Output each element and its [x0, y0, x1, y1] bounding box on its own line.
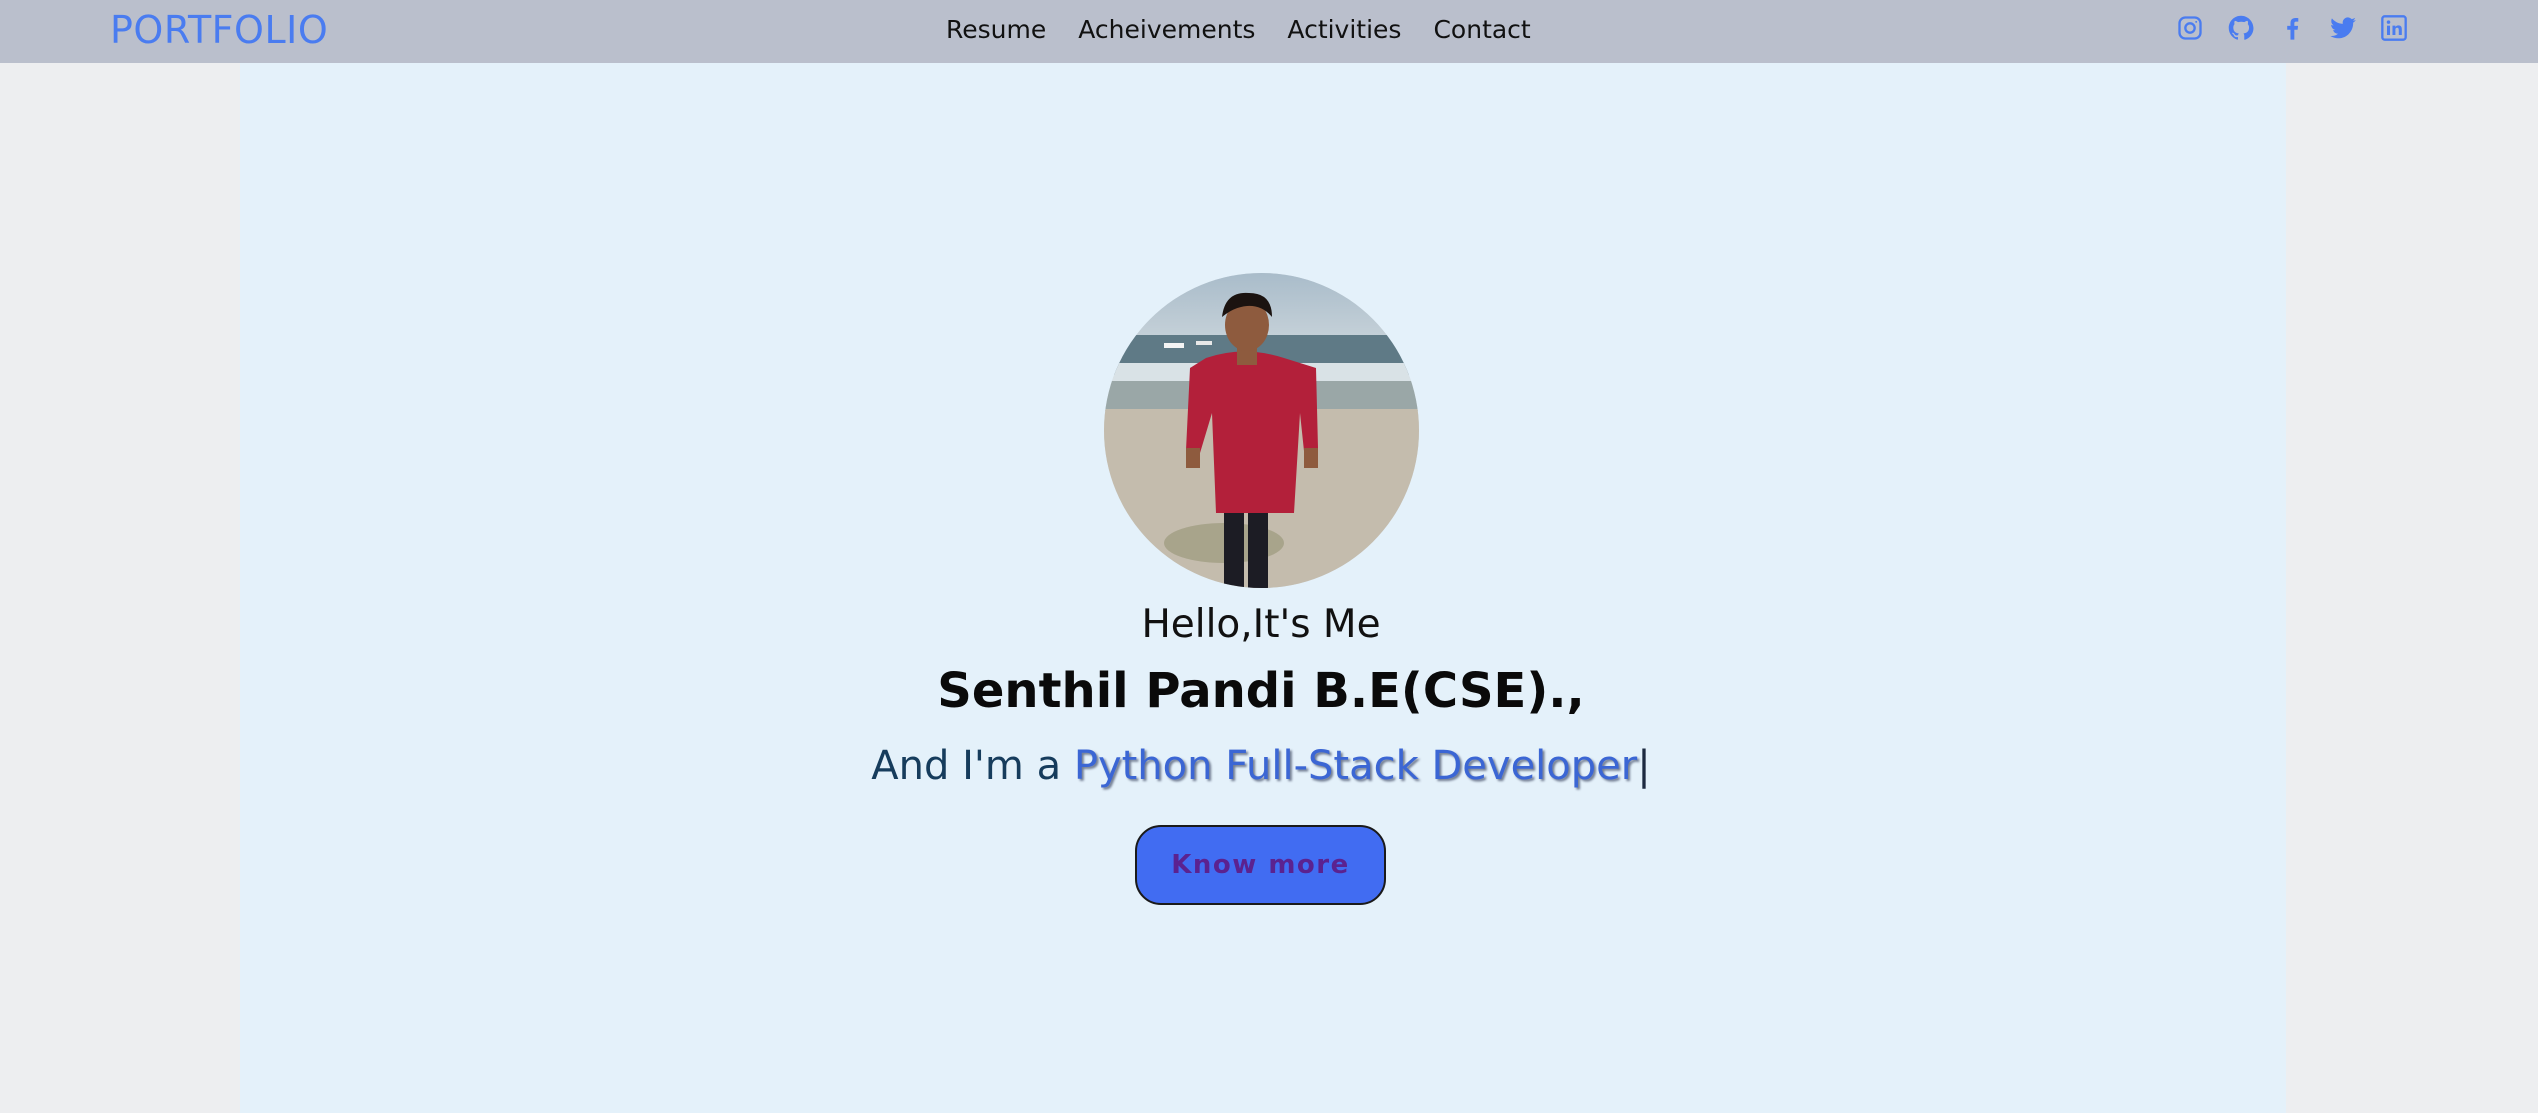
hero-name: Senthil Pandi B.E(CSE)., [937, 663, 1585, 719]
hero-tagline: And I'm a Python Full-Stack Developer| [0, 738, 2522, 794]
nav-link-resume[interactable]: Resume [946, 14, 1046, 46]
hero-section [240, 63, 2286, 1113]
linkedin-icon[interactable] [2379, 13, 2409, 43]
tagline-prefix: And I'm a [871, 743, 1074, 789]
nav-link-contact[interactable]: Contact [1433, 14, 1530, 46]
typing-cursor: | [1637, 743, 1651, 789]
top-navbar: PORTFOLIO Resume Acheivements Activities… [0, 0, 2538, 63]
nav-link-achievements[interactable]: Acheivements [1078, 14, 1255, 46]
twitter-icon[interactable] [2328, 13, 2358, 43]
nav-links: Resume Acheivements Activities Contact [946, 14, 1563, 46]
facebook-icon[interactable] [2277, 13, 2307, 43]
profile-photo [1104, 273, 1419, 588]
know-more-button[interactable]: Know more [1135, 825, 1386, 905]
brand-logo[interactable]: PORTFOLIO [110, 8, 328, 52]
nav-link-activities[interactable]: Activities [1287, 14, 1401, 46]
github-icon[interactable] [2226, 13, 2256, 43]
greeting-text: Hello,It's Me [1141, 602, 1381, 647]
typed-role-text: Python Full-Stack Developer [1073, 743, 1638, 789]
social-links [2175, 13, 2430, 43]
instagram-icon[interactable] [2175, 13, 2205, 43]
